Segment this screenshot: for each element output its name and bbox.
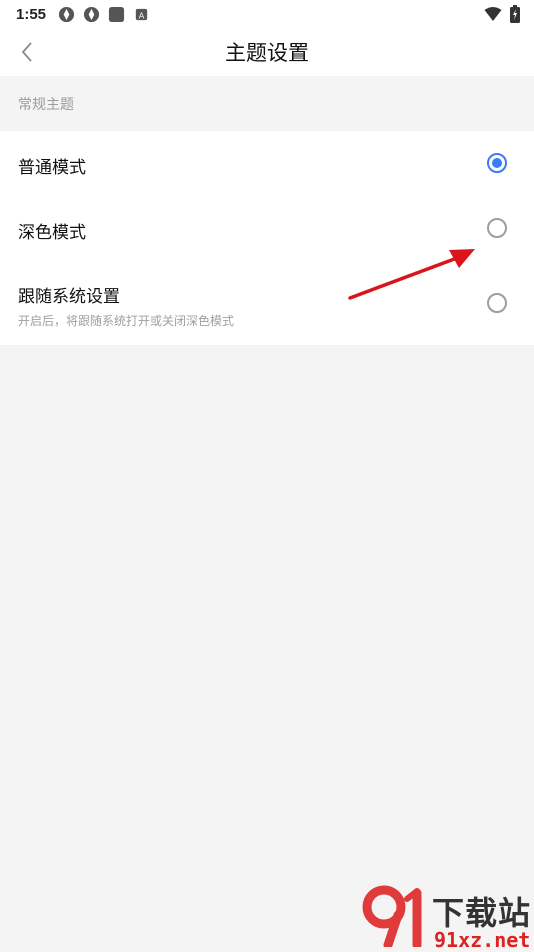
app-notification-icon [58, 6, 75, 22]
svg-text:A: A [139, 10, 145, 20]
radio-normal-mode[interactable] [487, 153, 507, 173]
option-label: 深色模式 [18, 223, 86, 242]
option-label: 跟随系统设置 [18, 287, 120, 306]
watermark-91-logo-icon [362, 885, 422, 950]
app-notification-icon [83, 6, 100, 22]
status-bar: 1:55 A [0, 0, 534, 28]
option-normal-mode[interactable]: 普通模式 [0, 131, 534, 196]
red-arrow-annotation [348, 249, 475, 300]
status-time: 1:55 [16, 5, 47, 23]
wifi-icon [484, 7, 502, 21]
chevron-left-icon [21, 42, 32, 62]
status-icons-right [484, 5, 520, 23]
square-notification-icon [108, 6, 125, 22]
radio-dark-mode[interactable] [487, 218, 507, 238]
watermark-logo: 下载站 91xz.net [362, 885, 534, 952]
option-label: 普通模式 [18, 158, 86, 177]
back-button[interactable] [12, 38, 42, 66]
status-icons-left: A [58, 6, 150, 23]
battery-charging-icon [510, 5, 520, 23]
section-label: 常规主题 [18, 95, 74, 112]
app-bar: 主题设置 [0, 28, 534, 76]
page-title: 主题设置 [225, 42, 309, 65]
option-description: 开启后，将跟随系统打开或关闭深色模式 [18, 314, 235, 328]
radio-follow-system[interactable] [487, 293, 507, 313]
theme-options-list: 普通模式 深色模式 跟随系统设置 开启后，将跟随系统打开或关闭深色模式 [0, 131, 534, 345]
watermark-site-text: 91xz.net [434, 928, 531, 952]
a-badge-icon: A [135, 8, 148, 20]
section-header: 常规主题 [0, 76, 534, 131]
